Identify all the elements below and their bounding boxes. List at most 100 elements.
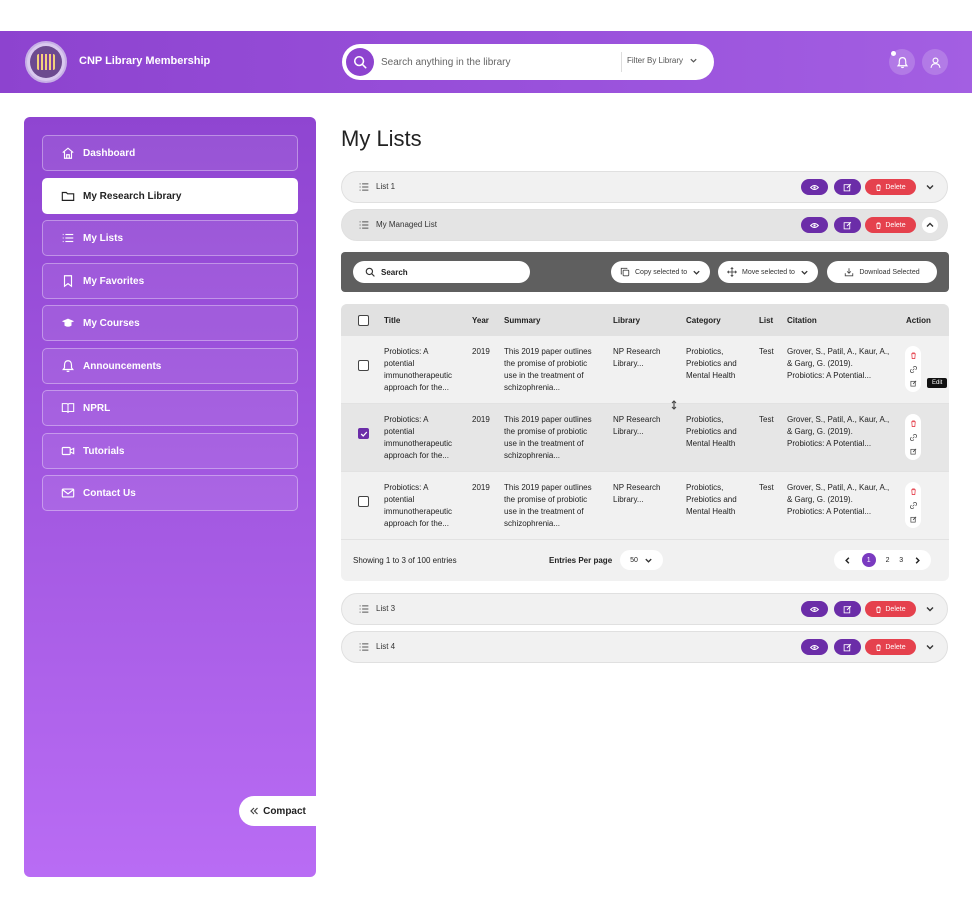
compact-label: Compact bbox=[263, 805, 306, 817]
row-checkbox[interactable] bbox=[358, 496, 369, 507]
delete-list-button[interactable]: Delete bbox=[865, 217, 916, 233]
edit-list-button[interactable] bbox=[834, 639, 861, 655]
delete-list-button[interactable]: Delete bbox=[865, 601, 916, 617]
chevron-right-icon[interactable] bbox=[913, 556, 922, 565]
list-row[interactable]: List 4 Delete bbox=[341, 631, 948, 663]
trash-icon[interactable] bbox=[910, 419, 917, 427]
sidebar-item-contact-us[interactable]: Contact Us bbox=[42, 475, 298, 511]
link-icon[interactable] bbox=[909, 433, 917, 441]
cell-title[interactable]: Probiotics: Apotential immunotherapeutic a… bbox=[384, 414, 452, 462]
sidebar: Dashboard My Research Library My Lists M… bbox=[24, 117, 316, 877]
entries-per-page-select[interactable]: 50 bbox=[620, 550, 663, 570]
edit-list-button[interactable] bbox=[834, 601, 861, 617]
list-row[interactable]: List 1 Delete bbox=[341, 171, 948, 203]
sidebar-item-my-lists[interactable]: My Lists bbox=[42, 220, 298, 256]
list-row[interactable]: My Managed List Delete bbox=[341, 209, 948, 241]
library-logo[interactable] bbox=[25, 41, 67, 83]
sidebar-item-nprl[interactable]: NPRL bbox=[42, 390, 298, 426]
chevron-down-icon bbox=[926, 645, 934, 650]
trash-icon[interactable] bbox=[910, 487, 917, 495]
view-list-button[interactable] bbox=[801, 601, 828, 617]
edit-doc-icon[interactable] bbox=[910, 516, 917, 523]
delete-label: Delete bbox=[885, 605, 906, 613]
managed-list-panel: Search Copy selected to Move selected to… bbox=[341, 252, 949, 581]
entries-per-page-value: 50 bbox=[630, 556, 638, 564]
bell-icon[interactable] bbox=[889, 49, 915, 75]
list-name: My Managed List bbox=[376, 220, 437, 229]
column-header-citation[interactable]: Citation bbox=[787, 316, 817, 325]
edit-icon bbox=[843, 221, 852, 229]
column-header-category[interactable]: Category bbox=[686, 316, 721, 325]
column-header-year[interactable]: Year bbox=[472, 316, 489, 325]
page-button[interactable]: 2 bbox=[886, 557, 890, 564]
page-button[interactable]: 1 bbox=[861, 553, 876, 567]
sidebar-item-my-research-library[interactable]: My Research Library bbox=[42, 178, 298, 214]
download-icon bbox=[845, 268, 854, 277]
column-header-library[interactable]: Library bbox=[613, 316, 640, 325]
column-header-action: Action bbox=[906, 316, 931, 325]
link-icon[interactable] bbox=[909, 501, 917, 509]
chevron-up-icon bbox=[926, 222, 934, 227]
view-list-button[interactable] bbox=[801, 179, 828, 195]
view-list-button[interactable] bbox=[801, 639, 828, 655]
delete-label: Delete bbox=[885, 221, 906, 229]
trash-icon[interactable] bbox=[910, 351, 917, 359]
trash-icon bbox=[876, 605, 882, 613]
row-actions bbox=[905, 414, 921, 460]
edit-list-button[interactable] bbox=[834, 217, 861, 233]
resize-row-icon[interactable] bbox=[670, 400, 678, 410]
edit-doc-icon[interactable] bbox=[910, 448, 917, 455]
sidebar-item-dashboard[interactable]: Dashboard bbox=[42, 135, 298, 171]
table-row[interactable]: Probiotics: Apotential immunotherapeutic a… bbox=[341, 336, 949, 404]
download-selected-label: Download Selected bbox=[859, 268, 920, 276]
trash-icon bbox=[876, 183, 882, 191]
delete-list-button[interactable]: Delete bbox=[865, 179, 916, 195]
expand-list-button[interactable] bbox=[922, 179, 938, 195]
expand-list-button[interactable] bbox=[922, 639, 938, 655]
global-search-input[interactable] bbox=[381, 52, 611, 72]
list-icon bbox=[62, 233, 74, 243]
expand-list-button[interactable] bbox=[922, 601, 938, 617]
sidebar-item-my-courses[interactable]: My Courses bbox=[42, 305, 298, 341]
row-actions bbox=[905, 346, 921, 392]
table-row[interactable]: Probiotics: Apotential immunotherapeutic a… bbox=[341, 472, 949, 540]
copy-selected-dropdown[interactable]: Copy selected to bbox=[611, 261, 711, 283]
select-all-checkbox[interactable] bbox=[358, 315, 369, 326]
collapse-list-button[interactable] bbox=[922, 217, 938, 233]
page-button[interactable]: 3 bbox=[899, 557, 903, 564]
move-selected-dropdown[interactable]: Move selected to bbox=[718, 261, 818, 283]
column-header-summary[interactable]: Summary bbox=[504, 316, 540, 325]
list-name: List 4 bbox=[376, 642, 396, 651]
cell-list: Test bbox=[759, 347, 774, 356]
column-header-list[interactable]: List bbox=[759, 316, 773, 325]
edit-doc-icon[interactable] bbox=[910, 380, 917, 387]
table-row[interactable]: Probiotics: Apotential immunotherapeutic a… bbox=[341, 400, 949, 472]
chevron-left-icon[interactable] bbox=[843, 556, 852, 565]
compact-button[interactable]: Compact bbox=[239, 796, 316, 826]
search-icon[interactable] bbox=[346, 48, 374, 76]
table-toolbar: Search Copy selected to Move selected to… bbox=[341, 252, 949, 292]
list-name: List 3 bbox=[376, 604, 396, 613]
user-profile-icon[interactable] bbox=[922, 49, 948, 75]
column-header-title[interactable]: Title bbox=[384, 316, 400, 325]
sidebar-item-tutorials[interactable]: Tutorials bbox=[42, 433, 298, 469]
view-list-button[interactable] bbox=[801, 217, 828, 233]
edit-icon bbox=[843, 605, 852, 613]
cell-year: 2019 bbox=[472, 415, 490, 424]
row-checkbox[interactable] bbox=[358, 428, 369, 439]
link-icon[interactable] bbox=[909, 365, 917, 373]
sidebar-item-my-favorites[interactable]: My Favorites bbox=[42, 263, 298, 299]
delete-list-button[interactable]: Delete bbox=[865, 639, 916, 655]
download-selected-button[interactable]: Download Selected bbox=[827, 261, 937, 283]
cell-title[interactable]: Probiotics: Apotential immunotherapeutic a… bbox=[384, 346, 452, 394]
mail-icon bbox=[61, 488, 75, 498]
filter-by-library-dropdown[interactable]: Filter By Library bbox=[627, 56, 698, 65]
table-search-input[interactable]: Search bbox=[353, 261, 530, 283]
sidebar-item-announcements[interactable]: Announcements bbox=[42, 348, 298, 384]
brand-title: CNP Library Membership bbox=[79, 55, 211, 67]
edit-list-button[interactable] bbox=[834, 179, 861, 195]
cell-title[interactable]: Probiotics: Apotential immunotherapeutic a… bbox=[384, 482, 452, 530]
page-title: My Lists bbox=[341, 126, 422, 151]
row-checkbox[interactable] bbox=[358, 360, 369, 371]
list-row[interactable]: List 3 Delete bbox=[341, 593, 948, 625]
